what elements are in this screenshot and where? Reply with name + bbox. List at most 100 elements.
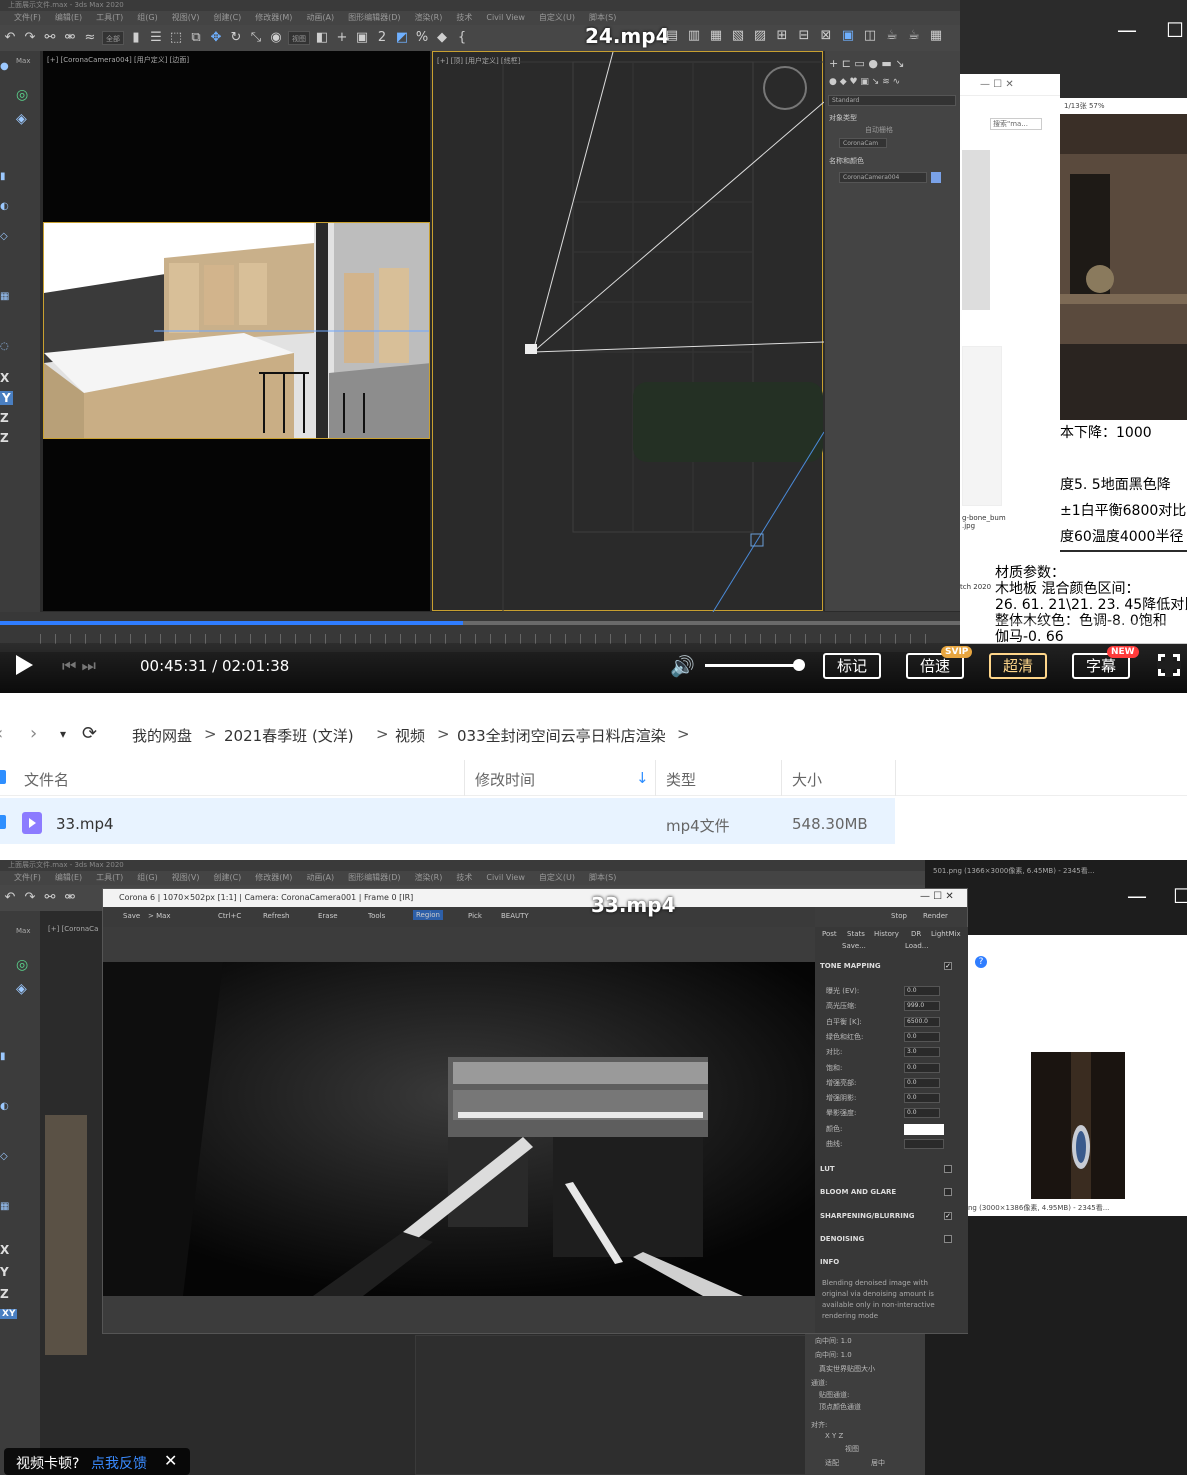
menu-item[interactable]: 编辑(E) xyxy=(55,873,82,882)
maximize-icon[interactable]: ☐ xyxy=(1166,18,1184,42)
dropdown-icon[interactable]: ▾ xyxy=(60,727,66,741)
render-frame-icon[interactable]: ▣ xyxy=(840,28,856,44)
vfb-window-controls[interactable]: — ☐ ✕ xyxy=(920,891,954,902)
menu-item[interactable]: 文件(F) xyxy=(14,873,41,882)
coronacam-button[interactable]: CoronaCam xyxy=(839,138,887,148)
section-checkbox[interactable] xyxy=(944,1165,952,1173)
table-row[interactable] xyxy=(0,798,895,844)
shape-icon[interactable]: ◐ xyxy=(0,1101,12,1115)
volume-slider[interactable] xyxy=(705,664,800,667)
teapot-icon[interactable]: ☕ xyxy=(884,28,900,44)
vfb-tool-3[interactable]: Refresh xyxy=(263,912,289,920)
vfb-tool-9[interactable]: Stop xyxy=(891,912,907,920)
menu-item[interactable]: 动画(A) xyxy=(306,13,334,22)
redo-icon[interactable]: ↷ xyxy=(22,30,38,46)
quality-button[interactable]: 超清 xyxy=(989,653,1047,679)
box-icon[interactable]: ▮ xyxy=(0,171,12,185)
vfb-tool-2[interactable]: Ctrl+C xyxy=(218,912,241,920)
column-name[interactable]: 文件名 xyxy=(24,769,69,790)
menu-item[interactable]: 图形编辑器(D) xyxy=(348,13,400,22)
menu-item[interactable]: 创建(C) xyxy=(213,13,241,22)
tone-row-value[interactable]: 0.0 xyxy=(904,1108,940,1119)
row-checkbox[interactable] xyxy=(0,815,6,829)
keyboard-shortcut-icon[interactable]: ▣ xyxy=(354,30,370,46)
axis-z-label[interactable]: Z xyxy=(0,1287,9,1301)
bind-icon[interactable]: ≈ xyxy=(82,30,98,46)
axis-y-label[interactable]: Y xyxy=(0,391,13,405)
menu-item[interactable]: 图形编辑器(D) xyxy=(348,873,400,882)
sort-arrow-icon[interactable]: ↓ xyxy=(636,769,649,787)
column-size[interactable]: 大小 xyxy=(792,769,822,790)
menu-item[interactable]: 工具(T) xyxy=(96,13,123,22)
named-selection-icon[interactable]: { xyxy=(454,30,470,46)
window-crossing-icon[interactable]: ⧉ xyxy=(188,30,204,46)
column-type[interactable]: 类型 xyxy=(666,769,696,790)
menu-item[interactable]: 视图(V) xyxy=(172,13,200,22)
menu-item[interactable]: 工具(T) xyxy=(96,873,123,882)
viewport-top[interactable]: [+] [顶] [用户定义] [线框] xyxy=(432,51,824,612)
pivot-icon[interactable]: ◧ xyxy=(314,30,330,46)
viewer-controls[interactable]: — ☐ ✕ xyxy=(960,74,1060,96)
scale-icon[interactable]: ⤡ xyxy=(248,30,264,46)
autodesk-icon[interactable]: ◎ xyxy=(16,957,28,973)
snap-icon[interactable]: 2 xyxy=(374,30,390,46)
minimize-icon[interactable]: — xyxy=(1117,18,1137,42)
camera-icon[interactable]: ▦ xyxy=(0,1201,12,1215)
feedback-link[interactable]: 点我反馈 xyxy=(91,1453,147,1473)
volume-knob[interactable] xyxy=(793,659,805,671)
name-color-section[interactable]: 名称和颜色 xyxy=(829,156,864,166)
thumbnail-white[interactable] xyxy=(962,346,1002,506)
select-icon[interactable]: ▮ xyxy=(128,30,144,46)
viewcube-icon[interactable] xyxy=(763,66,807,110)
material-panel-item[interactable]: 居中 xyxy=(871,1458,885,1468)
volume-icon[interactable]: 🔊 xyxy=(670,654,695,678)
play-icon[interactable] xyxy=(14,653,36,677)
ref-coord-dropdown[interactable]: 视图 xyxy=(288,31,310,45)
vfb-tool-7[interactable]: Pick xyxy=(468,912,482,920)
tone-row-value[interactable]: 0.0 xyxy=(904,1093,940,1104)
helper-icon[interactable]: ◌ xyxy=(0,341,12,355)
move-icon[interactable]: ✥ xyxy=(208,30,224,46)
refresh-icon[interactable]: ⟳ xyxy=(82,723,97,744)
axis-y-label[interactable]: Y xyxy=(0,1265,9,1279)
vfb-tool-6[interactable]: Region xyxy=(413,910,443,920)
link-icon[interactable]: ⚯ xyxy=(42,30,58,46)
tone-row-value[interactable]: 0.0 xyxy=(904,1077,940,1088)
playback-progress[interactable] xyxy=(0,621,1187,625)
schematic-icon[interactable]: ⊞ xyxy=(774,28,790,44)
vfb-tool-8[interactable]: BEAUTY xyxy=(501,912,529,920)
menu-item[interactable]: 组(G) xyxy=(137,13,157,22)
curve-editor-icon[interactable]: ▨ xyxy=(752,28,768,44)
menu-item[interactable]: 创建(C) xyxy=(213,873,241,882)
mirror-icon[interactable]: ▤ xyxy=(664,28,680,44)
column-divider[interactable] xyxy=(464,760,465,796)
viewer-search-field[interactable]: 搜索"ma... xyxy=(990,118,1042,130)
object-color-swatch[interactable] xyxy=(931,172,941,183)
post-tab[interactable]: History xyxy=(874,930,899,938)
tone-row-value[interactable]: 999.0 xyxy=(904,1001,940,1012)
post-tab[interactable]: Stats xyxy=(847,930,865,938)
column-divider[interactable] xyxy=(895,760,896,796)
undo-icon[interactable]: ↶ xyxy=(2,30,18,46)
shield-icon[interactable]: ◈ xyxy=(16,981,28,997)
breadcrumb-root[interactable]: 我的网盘 xyxy=(132,725,192,746)
align-icon[interactable]: ▥ xyxy=(686,28,702,44)
vfb-tool-5[interactable]: Tools xyxy=(368,912,385,920)
object-name-field[interactable]: CoronaCamera004 xyxy=(839,172,927,183)
axis-z-label[interactable]: Z xyxy=(0,411,9,425)
mark-button[interactable]: 标记 xyxy=(823,653,881,679)
section-checkbox[interactable] xyxy=(944,1235,952,1243)
place-icon[interactable]: ◉ xyxy=(268,30,284,46)
post-section[interactable]: BLOOM AND GLARE xyxy=(820,1188,896,1196)
minimize-icon[interactable]: — xyxy=(1127,884,1147,908)
object-type-section[interactable]: 对象类型 xyxy=(829,113,857,123)
material-editor-icon[interactable]: ⊟ xyxy=(796,28,812,44)
menu-item[interactable]: 组(G) xyxy=(137,873,157,882)
unlink-icon[interactable]: ⚮ xyxy=(62,890,78,906)
section-checkbox[interactable]: ✓ xyxy=(944,1212,952,1220)
tone-row-value[interactable]: 6500.0 xyxy=(904,1016,940,1027)
shape-icon[interactable]: ◐ xyxy=(0,201,12,215)
forward-icon[interactable]: › xyxy=(30,723,37,744)
cmd-tabs[interactable]: + ⊏ ▭ ● ▬ ↘ xyxy=(829,57,905,70)
axis-x-label[interactable]: X xyxy=(0,1243,9,1257)
